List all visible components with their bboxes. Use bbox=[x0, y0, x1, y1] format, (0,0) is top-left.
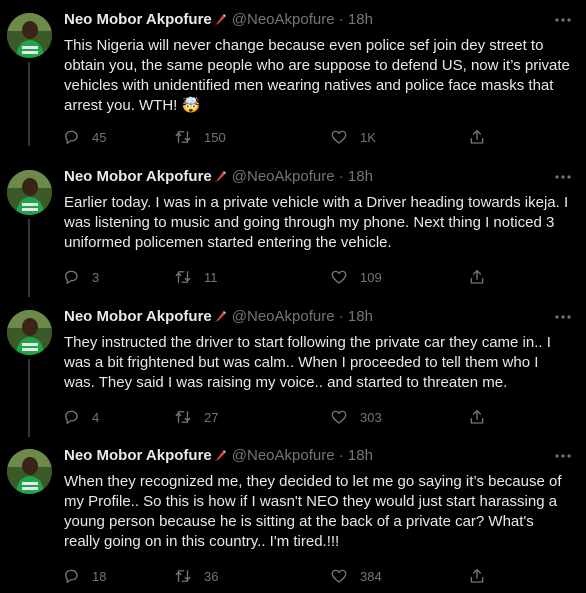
more-options-icon[interactable] bbox=[554, 11, 572, 29]
tweet[interactable]: Neo Mobor Akpofure @NeoAkpofure · 18h Thi… bbox=[0, 0, 586, 146]
paintbrush-icon bbox=[214, 14, 226, 26]
like-count: 109 bbox=[360, 269, 382, 285]
tweet-header: Neo Mobor Akpofure @NeoAkpofure · 18h bbox=[64, 307, 373, 327]
retweet-count: 11 bbox=[204, 269, 218, 285]
tweet-time[interactable]: 18h bbox=[348, 11, 373, 28]
retweet-icon bbox=[175, 131, 191, 143]
share-icon bbox=[470, 129, 484, 144]
author-name[interactable]: Neo Mobor Akpofure bbox=[64, 168, 212, 185]
paintbrush-icon bbox=[214, 450, 226, 462]
avatar-image bbox=[7, 13, 52, 58]
reply-count: 18 bbox=[92, 568, 107, 584]
tweet[interactable]: Neo Mobor Akpofure @NeoAkpofure · 18h The… bbox=[0, 297, 586, 443]
like-button[interactable]: 109 bbox=[330, 267, 382, 287]
heart-icon bbox=[331, 569, 347, 583]
paintbrush-icon bbox=[214, 171, 226, 183]
author-name[interactable]: Neo Mobor Akpofure bbox=[64, 447, 212, 464]
reply-icon bbox=[65, 569, 78, 584]
tweet-header: Neo Mobor Akpofure @NeoAkpofure · 18h bbox=[64, 167, 373, 187]
retweet-button[interactable]: 11 bbox=[174, 267, 218, 287]
like-count: 384 bbox=[360, 568, 382, 584]
tweet-time[interactable]: 18h bbox=[348, 308, 373, 325]
reply-button[interactable]: 4 bbox=[62, 407, 99, 427]
share-icon bbox=[470, 269, 484, 284]
reply-icon bbox=[65, 270, 78, 285]
share-button[interactable] bbox=[468, 267, 486, 287]
separator-dot: · bbox=[338, 168, 344, 185]
thread-connector bbox=[28, 62, 30, 146]
thread-connector bbox=[28, 359, 30, 437]
tweet-text: They instructed the driver to start foll… bbox=[64, 334, 556, 391]
paintbrush-icon bbox=[214, 311, 226, 323]
share-icon bbox=[470, 568, 484, 583]
retweet-button[interactable]: 36 bbox=[174, 566, 218, 586]
reply-button[interactable]: 3 bbox=[62, 267, 99, 287]
heart-icon bbox=[331, 270, 347, 284]
author-handle[interactable]: @NeoAkpofure bbox=[232, 308, 335, 325]
tweet[interactable]: Neo Mobor Akpofure @NeoAkpofure · 18h Ear… bbox=[0, 157, 586, 303]
separator-dot: · bbox=[338, 308, 344, 325]
retweet-count: 36 bbox=[204, 568, 219, 584]
tweet-text: This Nigeria will never change because e… bbox=[64, 37, 575, 114]
more-options-icon[interactable] bbox=[554, 168, 572, 186]
tweet-time[interactable]: 18h bbox=[348, 168, 373, 185]
share-icon bbox=[470, 409, 484, 424]
more-options-icon[interactable] bbox=[554, 308, 572, 326]
avatar-image bbox=[7, 170, 52, 215]
like-count: 1K bbox=[360, 129, 376, 145]
author-name[interactable]: Neo Mobor Akpofure bbox=[64, 308, 212, 325]
like-button[interactable]: 303 bbox=[330, 407, 382, 427]
avatar-image bbox=[7, 449, 52, 494]
avatar[interactable] bbox=[7, 170, 52, 215]
tweet[interactable]: Neo Mobor Akpofure @NeoAkpofure · 18h Whe… bbox=[0, 436, 586, 584]
retweet-count: 27 bbox=[204, 409, 219, 425]
tweet-text: When they recognized me, they decided to… bbox=[64, 473, 566, 550]
share-button[interactable] bbox=[468, 127, 486, 147]
retweet-count: 150 bbox=[204, 129, 226, 145]
avatar[interactable] bbox=[7, 310, 52, 355]
tweet-time[interactable]: 18h bbox=[348, 447, 373, 464]
author-handle[interactable]: @NeoAkpofure bbox=[232, 168, 335, 185]
retweet-button[interactable]: 150 bbox=[174, 127, 226, 147]
author-handle[interactable]: @NeoAkpofure bbox=[232, 11, 335, 28]
reply-icon bbox=[65, 410, 78, 425]
retweet-icon bbox=[175, 570, 191, 582]
retweet-icon bbox=[175, 271, 191, 283]
avatar[interactable] bbox=[7, 13, 52, 58]
heart-icon bbox=[331, 130, 347, 144]
like-count: 303 bbox=[360, 409, 382, 425]
reply-icon bbox=[65, 130, 78, 145]
like-button[interactable]: 1K bbox=[330, 127, 376, 147]
tweet-header: Neo Mobor Akpofure @NeoAkpofure · 18h bbox=[64, 446, 373, 466]
like-button[interactable]: 384 bbox=[330, 566, 382, 586]
separator-dot: · bbox=[338, 11, 344, 28]
share-button[interactable] bbox=[468, 407, 486, 427]
tweet-thread: Neo Mobor Akpofure @NeoAkpofure · 18h Thi… bbox=[0, 0, 586, 593]
thread-connector bbox=[28, 219, 30, 297]
tweet-actions: 18 36 384 bbox=[62, 566, 502, 586]
retweet-icon bbox=[175, 411, 191, 423]
reply-count: 4 bbox=[92, 409, 100, 425]
tweet-actions: 4 27 303 bbox=[62, 407, 502, 427]
heart-icon bbox=[331, 410, 347, 424]
share-button[interactable] bbox=[468, 566, 486, 586]
separator-dot: · bbox=[338, 447, 344, 464]
author-handle[interactable]: @NeoAkpofure bbox=[232, 447, 335, 464]
reply-button[interactable]: 45 bbox=[62, 127, 106, 147]
retweet-button[interactable]: 27 bbox=[174, 407, 218, 427]
avatar[interactable] bbox=[7, 449, 52, 494]
avatar-image bbox=[7, 310, 52, 355]
tweet-actions: 45 150 1K bbox=[62, 127, 502, 147]
tweet-text: Earlier today. I was in a private vehicl… bbox=[64, 194, 573, 251]
author-name[interactable]: Neo Mobor Akpofure bbox=[64, 11, 212, 28]
tweet-header: Neo Mobor Akpofure @NeoAkpofure · 18h bbox=[64, 10, 373, 30]
reply-count: 45 bbox=[92, 129, 107, 145]
tweet-actions: 3 11 109 bbox=[62, 267, 502, 287]
more-options-icon[interactable] bbox=[554, 447, 572, 465]
reply-button[interactable]: 18 bbox=[62, 566, 106, 586]
reply-count: 3 bbox=[92, 269, 100, 285]
